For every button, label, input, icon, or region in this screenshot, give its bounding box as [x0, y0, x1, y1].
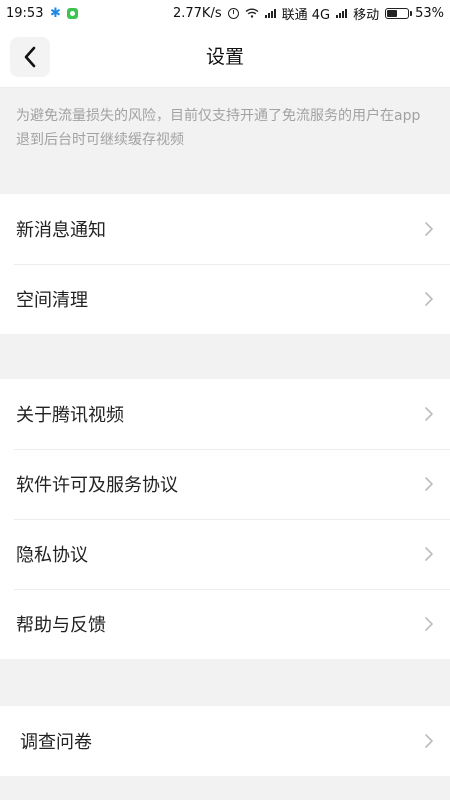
- list-item-label: 空间清理: [16, 290, 88, 311]
- back-button[interactable]: [10, 37, 50, 77]
- list-item-label: 帮助与反馈: [16, 615, 106, 636]
- list-item-about[interactable]: 关于腾讯视频: [0, 379, 450, 449]
- chevron-right-icon: [425, 547, 433, 561]
- settings-group-3: 调查问卷: [0, 706, 450, 776]
- list-item-privacy-policy[interactable]: 隐私协议: [0, 519, 450, 589]
- header: 设置: [0, 26, 450, 88]
- app-notification-icon: [67, 7, 79, 19]
- chevron-left-icon: [24, 46, 36, 68]
- battery-icon: [385, 7, 413, 19]
- list-item-label: 调查问卷: [20, 732, 92, 753]
- list-item-license-agreement[interactable]: 软件许可及服务协议: [0, 449, 450, 519]
- page-title: 设置: [205, 46, 244, 68]
- status-bar-left: 19:53 ✱: [0, 5, 79, 21]
- alarm-icon: [227, 7, 239, 19]
- list-item-label: 关于腾讯视频: [16, 405, 124, 426]
- list-item-survey[interactable]: 调查问卷: [0, 706, 450, 776]
- battery-fill: [387, 9, 398, 17]
- chevron-right-icon: [425, 477, 433, 491]
- chevron-right-icon: [425, 222, 433, 236]
- chevron-right-icon: [425, 407, 433, 421]
- carrier-2: 移动: [353, 7, 380, 23]
- list-item-space-cleanup[interactable]: 空间清理: [0, 264, 450, 334]
- chevron-right-icon: [425, 734, 433, 748]
- wifi-icon: [245, 8, 259, 18]
- list-item-label: 隐私协议: [16, 545, 88, 566]
- list-item-label: 新消息通知: [16, 220, 106, 241]
- status-bar-right: 2.77K/s 联通 4G 移动 53%: [173, 0, 444, 26]
- status-time: 19:53: [6, 5, 44, 21]
- list-item-help-feedback[interactable]: 帮助与反馈: [0, 589, 450, 659]
- notice-text: 为避免流量损失的风险，目前仅支持开通了免流服务的用户在app退到后台时可继续缓存…: [16, 108, 421, 148]
- status-bar: 19:53 ✱ 2.77K/s 联通 4G 移动 53%: [0, 0, 450, 26]
- bluetooth-icon: ✱: [50, 5, 61, 21]
- signal-icon: [264, 8, 276, 18]
- signal-icon: [336, 8, 348, 18]
- settings-group-2: 关于腾讯视频 软件许可及服务协议 隐私协议 帮助与反馈: [0, 379, 450, 659]
- settings-group-1: 新消息通知 空间清理: [0, 194, 450, 334]
- list-item-new-message-notification[interactable]: 新消息通知: [0, 194, 450, 264]
- notice-section: 为避免流量损失的风险，目前仅支持开通了免流服务的用户在app退到后台时可继续缓存…: [0, 88, 450, 194]
- network-speed: 2.77K/s: [172, 5, 222, 21]
- chevron-right-icon: [425, 617, 433, 631]
- battery-percent: 53%: [415, 5, 444, 21]
- list-item-label: 软件许可及服务协议: [16, 475, 178, 496]
- chevron-right-icon: [425, 292, 433, 306]
- carrier-1: 联通 4G: [281, 7, 331, 23]
